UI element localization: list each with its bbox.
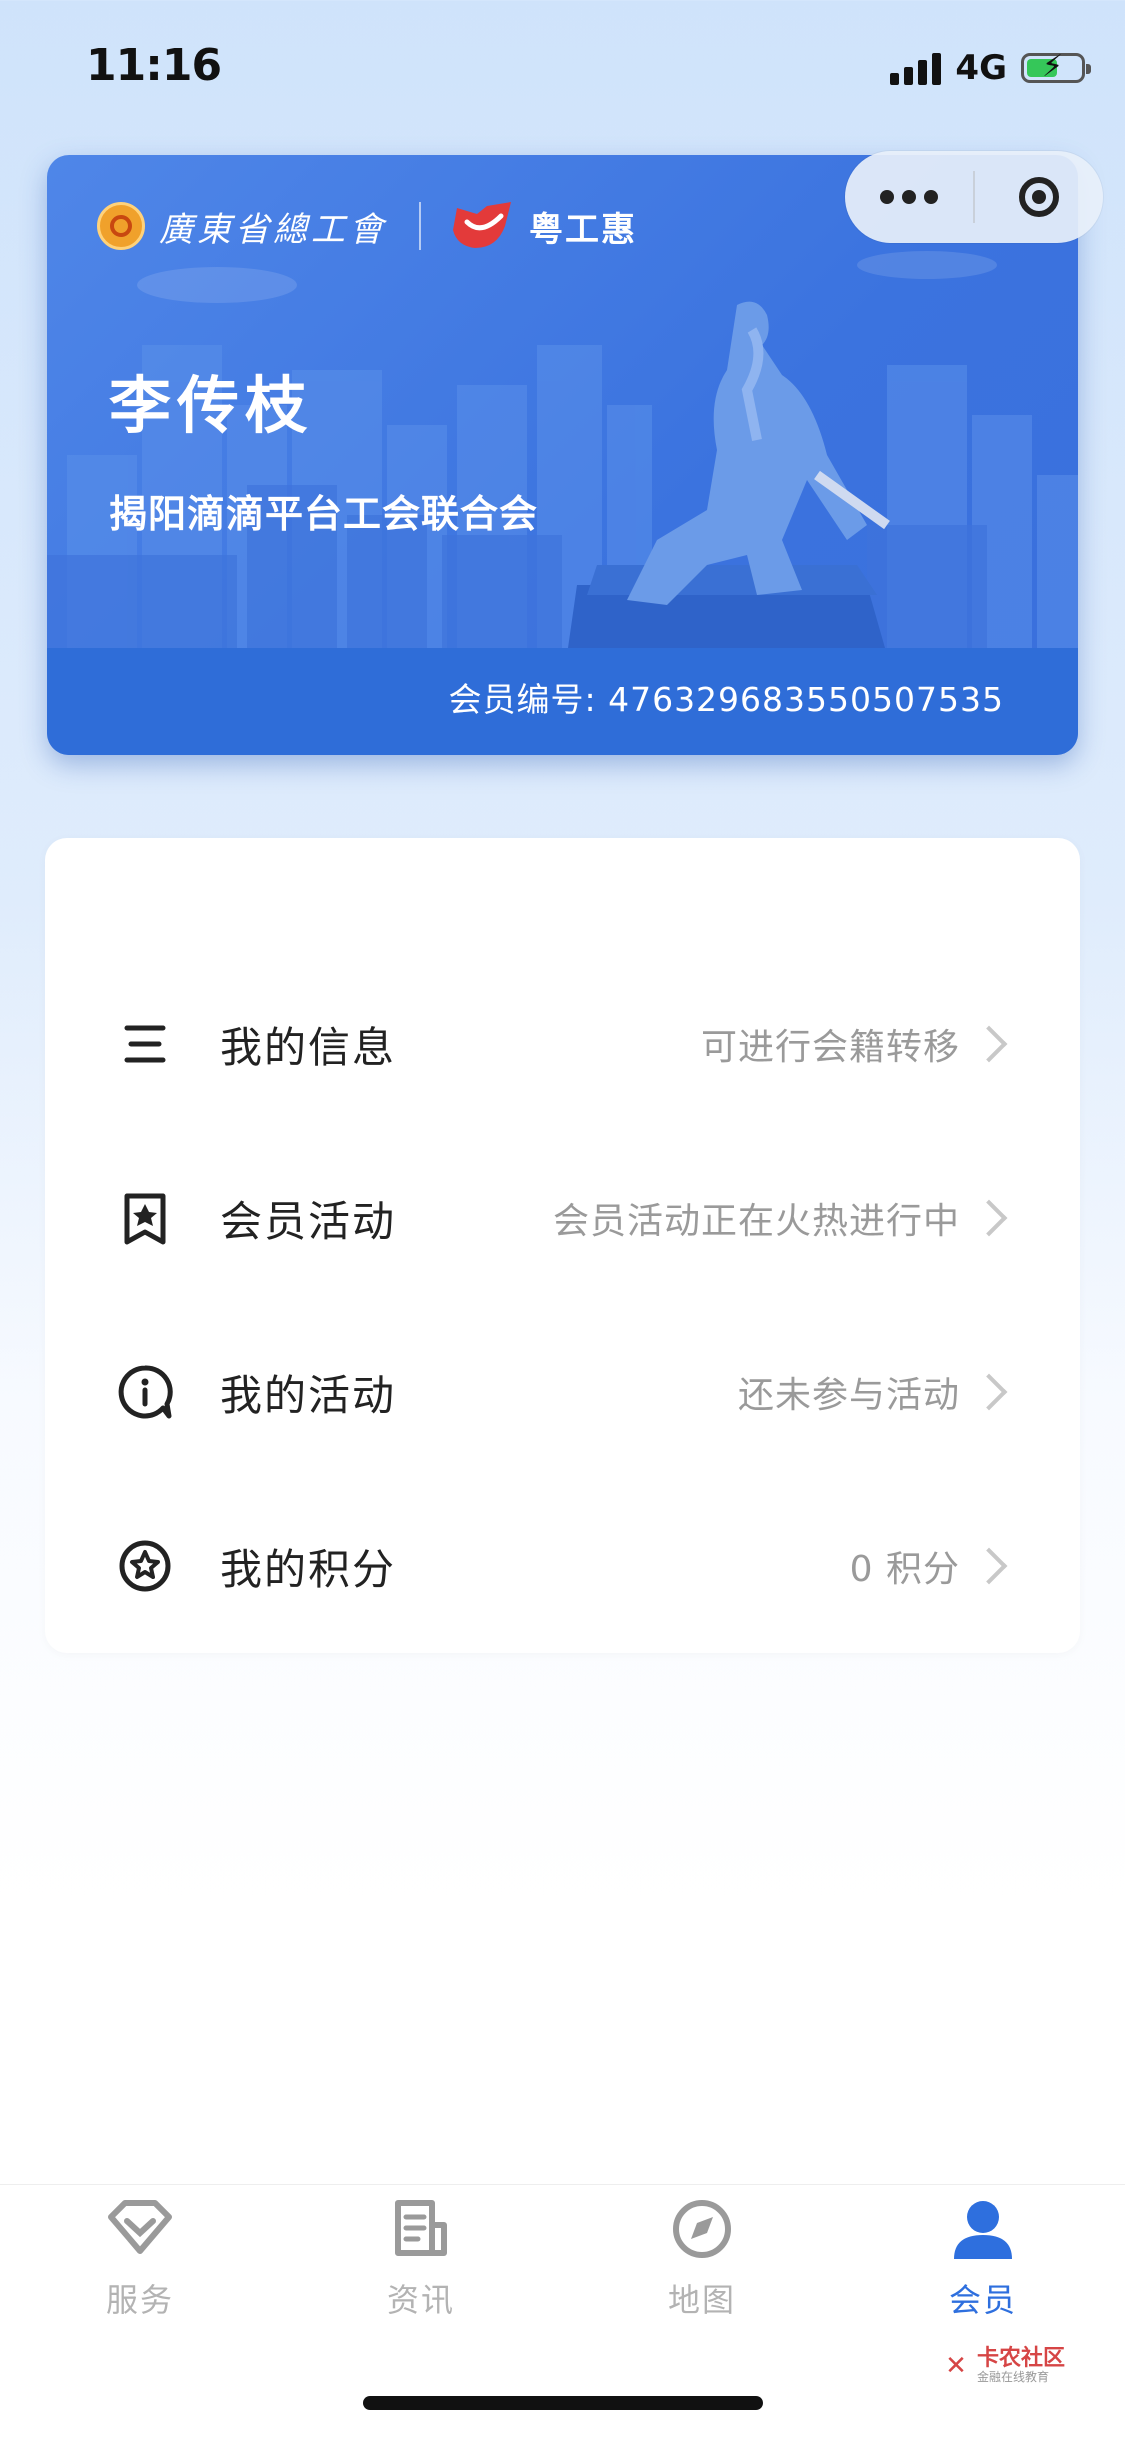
member-name: 李传枝 — [109, 369, 314, 442]
target-close-icon — [1019, 177, 1059, 217]
tab-label: 资讯 — [386, 2281, 455, 2319]
menu-item-member-activities[interactable]: 会员活动 会员活动正在火热进行中 — [45, 1158, 1080, 1278]
chevron-right-icon — [970, 1373, 1008, 1411]
member-organization: 揭阳滴滴平台工会联合会 — [109, 492, 539, 536]
tab-map[interactable]: 地图 — [602, 2197, 802, 2321]
signal-icon — [890, 51, 942, 85]
menu-item-hint: 0 积分 — [849, 1549, 960, 1590]
tab-label: 地图 — [667, 2281, 736, 2319]
menu-item-my-points[interactable]: 我的积分 0 积分 — [45, 1506, 1080, 1626]
menu-item-title: 我的活动 — [220, 1370, 397, 1420]
diamond-icon — [108, 2200, 172, 2254]
chevron-right-icon — [970, 1199, 1008, 1237]
chevron-right-icon — [970, 1547, 1008, 1585]
star-circle-icon — [117, 1538, 173, 1594]
menu-item-title: 会员活动 — [220, 1196, 397, 1246]
status-time: 11:16 — [86, 40, 222, 91]
miniprogram-capsule — [845, 151, 1103, 243]
member-card: 廣東省總工會 粤工惠 李传枝 揭阳滴滴平台工会联合会 会员编号: 4763296… — [47, 155, 1078, 755]
more-icon — [880, 190, 894, 204]
watermark-subtitle: 金融在线教育 — [976, 2370, 1049, 2384]
member-number-value: 476329683550507535 — [608, 680, 1004, 719]
menu-item-title: 我的积分 — [220, 1544, 397, 1594]
list-icon — [117, 1016, 173, 1072]
yuegonghui-logo-icon — [453, 202, 511, 248]
menu-item-my-activities[interactable]: 我的活动 还未参与活动 — [45, 1332, 1080, 1452]
watermark-logo-icon: ✕ — [945, 2351, 967, 2381]
menu-item-hint: 可进行会籍转移 — [700, 1027, 960, 1068]
brand-name: 粤工惠 — [529, 209, 637, 250]
tab-label: 会员 — [948, 2281, 1017, 2319]
chevron-right-icon — [970, 1025, 1008, 1063]
federation-emblem-icon — [97, 202, 145, 250]
tab-services[interactable]: 服务 — [40, 2197, 240, 2321]
menu-item-my-info[interactable]: 我的信息 可进行会籍转移 — [45, 984, 1080, 1104]
federation-name: 廣東省總工會 — [159, 209, 387, 250]
menu-item-hint: 还未参与活动 — [737, 1375, 960, 1416]
member-number: 会员编号: 476329683550507535 — [448, 673, 1004, 721]
menu-item-title: 我的信息 — [220, 1022, 397, 1072]
menu-item-hint: 会员活动正在火热进行中 — [552, 1201, 960, 1242]
member-menu-panel: 我的信息 可进行会籍转移 会员活动 会员活动正在火热进行中 我的活动 还未参与活… — [45, 838, 1080, 1653]
battery-icon: ⚡ — [1021, 52, 1091, 83]
tab-news[interactable]: 资讯 — [321, 2197, 521, 2321]
bookmark-star-icon — [117, 1190, 173, 1246]
status-indicators: 4G ⚡ — [890, 48, 1091, 88]
compass-icon — [673, 2200, 731, 2258]
person-icon — [954, 2201, 1012, 2259]
network-type: 4G — [955, 48, 1007, 88]
member-number-label: 会员编号: — [448, 680, 597, 719]
info-bubble-icon — [117, 1364, 173, 1420]
news-icon — [395, 2200, 447, 2256]
card-logos: 廣東省總工會 粤工惠 — [97, 200, 637, 252]
watermark-title: 卡农社区 — [976, 2346, 1065, 2371]
tab-label: 服务 — [105, 2281, 174, 2319]
tab-member[interactable]: 会员 — [883, 2197, 1083, 2321]
more-options-button[interactable] — [845, 190, 973, 204]
logo-divider — [419, 202, 421, 250]
close-miniprogram-button[interactable] — [975, 177, 1103, 217]
watermark: ✕ 卡农社区 金融在线教育 — [941, 2346, 1065, 2385]
home-indicator[interactable] — [363, 2396, 763, 2410]
